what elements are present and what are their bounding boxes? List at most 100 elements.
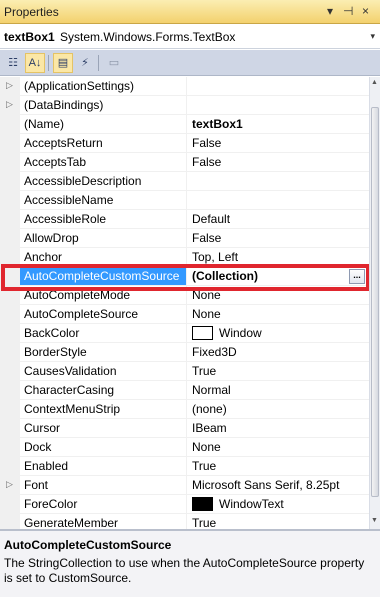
property-row[interactable]: AccessibleDescription (0, 172, 369, 191)
property-value[interactable]: Normal (187, 381, 369, 400)
property-name[interactable]: (DataBindings) (20, 96, 186, 115)
chevron-down-icon[interactable]: ▾ (370, 31, 375, 42)
ellipsis-button[interactable]: ... (349, 269, 365, 284)
scroll-up-icon[interactable]: ▲ (371, 79, 378, 86)
property-value[interactable]: WindowText (187, 495, 369, 514)
row-gutter (0, 286, 20, 305)
property-value[interactable]: textBox1 (187, 115, 369, 134)
property-name[interactable]: Enabled (20, 457, 186, 476)
property-name[interactable]: AutoCompleteSource (20, 305, 186, 324)
property-name[interactable]: AccessibleName (20, 191, 186, 210)
property-value[interactable]: Top, Left (187, 248, 369, 267)
property-row[interactable]: AutoCompleteSource None (0, 305, 369, 324)
property-value[interactable]: True (187, 514, 369, 529)
property-row[interactable]: AllowDrop False (0, 229, 369, 248)
property-value[interactable]: (Collection)... (187, 267, 369, 286)
property-row[interactable]: ContextMenuStrip (none) (0, 400, 369, 419)
property-row[interactable]: Anchor Top, Left (0, 248, 369, 267)
title-bar: Properties ▾ ⊣ × (0, 0, 380, 24)
property-name[interactable]: (Name) (20, 115, 186, 134)
property-value[interactable]: Microsoft Sans Serif, 8.25pt (187, 476, 369, 495)
property-value-text: Window (219, 326, 262, 340)
row-gutter (0, 115, 20, 134)
property-row[interactable]: AutoCompleteMode None (0, 286, 369, 305)
expand-arrow-icon[interactable]: ▷ (6, 80, 13, 91)
expand-arrow-icon[interactable]: ▷ (6, 479, 13, 490)
property-value[interactable]: True (187, 362, 369, 381)
close-icon[interactable]: × (362, 4, 369, 18)
property-name[interactable]: CausesValidation (20, 362, 186, 381)
property-value-text: None (192, 307, 221, 321)
property-name[interactable]: CharacterCasing (20, 381, 186, 400)
property-name[interactable]: AutoCompleteMode (20, 286, 186, 305)
property-row[interactable]: AutoCompleteCustomSource (Collection)... (0, 267, 369, 286)
property-value[interactable]: IBeam (187, 419, 369, 438)
property-row[interactable]: AcceptsTab False (0, 153, 369, 172)
property-value[interactable]: False (187, 153, 369, 172)
property-row[interactable]: AccessibleRole Default (0, 210, 369, 229)
property-value-text: False (192, 136, 222, 150)
properties-toolbar: ☷ A↓ ▤ ⚡ ▭ (0, 50, 380, 76)
property-value[interactable]: False (187, 229, 369, 248)
property-name[interactable]: AutoCompleteCustomSource (20, 267, 186, 286)
property-value[interactable] (187, 172, 369, 191)
window-menu-dropdown-icon[interactable]: ▾ (327, 4, 333, 18)
property-name[interactable]: Font (20, 476, 186, 495)
properties-view-icon[interactable]: ▤ (53, 53, 73, 73)
property-name[interactable]: Anchor (20, 248, 186, 267)
expand-arrow-icon[interactable]: ▷ (6, 99, 13, 110)
property-row[interactable]: AcceptsReturn False (0, 134, 369, 153)
property-name[interactable]: AccessibleDescription (20, 172, 186, 191)
property-value[interactable] (187, 77, 369, 96)
property-row[interactable]: ▷ (DataBindings) (0, 96, 369, 115)
property-pages-icon[interactable]: ▭ (104, 53, 124, 73)
property-value[interactable]: Window (187, 324, 369, 343)
property-row[interactable]: AccessibleName (0, 191, 369, 210)
property-name[interactable]: AllowDrop (20, 229, 186, 248)
property-value-text: Top, Left (192, 250, 239, 264)
property-row[interactable]: (Name) textBox1 (0, 115, 369, 134)
property-row[interactable]: GenerateMember True (0, 514, 369, 529)
alphabetical-sort-icon[interactable]: A↓ (25, 53, 45, 73)
pin-icon[interactable]: ⊣ (343, 4, 353, 18)
object-selector[interactable]: textBox1 System.Windows.Forms.TextBox ▾ (0, 25, 380, 49)
property-name[interactable]: AccessibleRole (20, 210, 186, 229)
property-value[interactable]: None (187, 305, 369, 324)
property-grid: ▷ (ApplicationSettings) ▷ (DataBindings) (Na… (0, 77, 369, 529)
property-row[interactable]: ▷ Font Microsoft Sans Serif, 8.25pt (0, 476, 369, 495)
property-row[interactable]: ForeColor WindowText (0, 495, 369, 514)
property-value[interactable] (187, 96, 369, 115)
property-value[interactable]: True (187, 457, 369, 476)
vertical-scrollbar[interactable]: ▲ ▼ (369, 77, 380, 529)
property-name[interactable]: BorderStyle (20, 343, 186, 362)
property-name[interactable]: (ApplicationSettings) (20, 77, 186, 96)
property-name[interactable]: AcceptsTab (20, 153, 186, 172)
property-name[interactable]: Cursor (20, 419, 186, 438)
property-row[interactable]: ▷ (ApplicationSettings) (0, 77, 369, 96)
property-value[interactable]: Default (187, 210, 369, 229)
property-name[interactable]: ForeColor (20, 495, 186, 514)
property-name[interactable]: Dock (20, 438, 186, 457)
property-name[interactable]: AcceptsReturn (20, 134, 186, 153)
property-row[interactable]: CharacterCasing Normal (0, 381, 369, 400)
property-name[interactable]: BackColor (20, 324, 186, 343)
property-value[interactable]: False (187, 134, 369, 153)
property-row[interactable]: Enabled True (0, 457, 369, 476)
property-value[interactable]: None (187, 286, 369, 305)
property-value-text: False (192, 155, 222, 169)
property-name[interactable]: GenerateMember (20, 514, 186, 529)
scrollbar-thumb[interactable] (371, 107, 379, 497)
property-value[interactable]: Fixed3D (187, 343, 369, 362)
property-row[interactable]: BackColor Window (0, 324, 369, 343)
property-value[interactable] (187, 191, 369, 210)
property-row[interactable]: CausesValidation True (0, 362, 369, 381)
property-value[interactable]: (none) (187, 400, 369, 419)
categorized-icon[interactable]: ☷ (3, 53, 23, 73)
property-value[interactable]: None (187, 438, 369, 457)
property-row[interactable]: Cursor IBeam (0, 419, 369, 438)
scroll-down-icon[interactable]: ▼ (371, 517, 378, 524)
property-name[interactable]: ContextMenuStrip (20, 400, 186, 419)
property-row[interactable]: Dock None (0, 438, 369, 457)
events-icon[interactable]: ⚡ (75, 53, 95, 73)
property-row[interactable]: BorderStyle Fixed3D (0, 343, 369, 362)
